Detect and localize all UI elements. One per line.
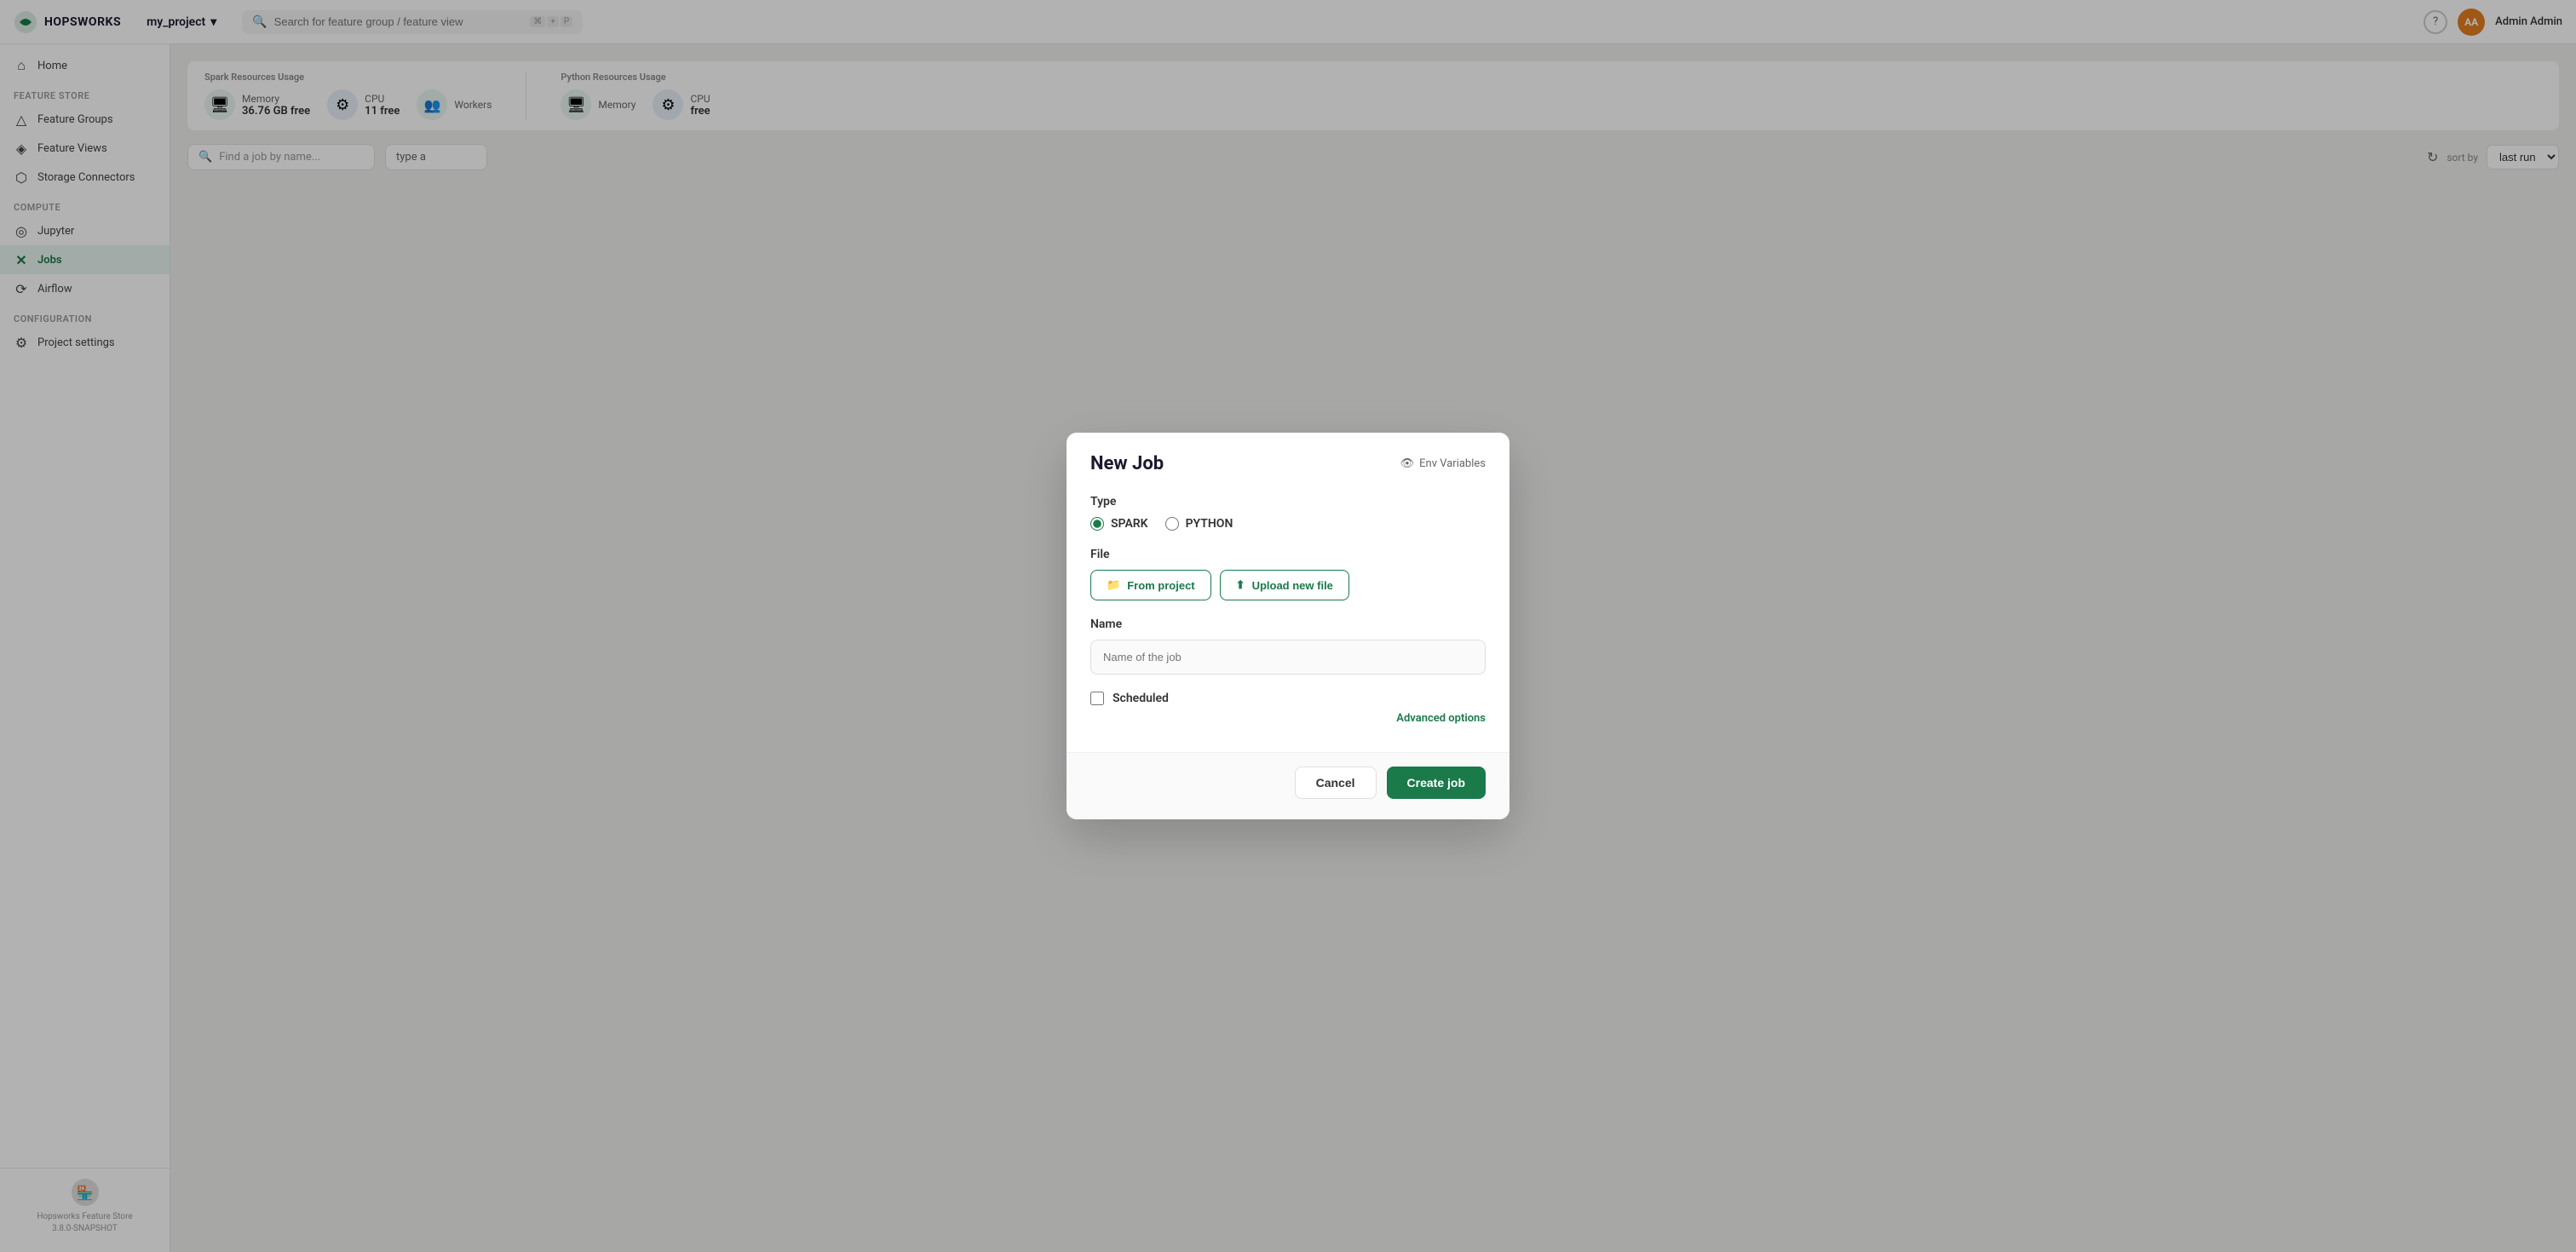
python-radio-label: PYTHON	[1186, 517, 1233, 531]
spark-radio-item[interactable]: SPARK	[1090, 517, 1148, 531]
dialog-footer: Cancel Create job	[1067, 752, 1509, 819]
create-job-button[interactable]: Create job	[1387, 767, 1486, 799]
dialog-title: New Job	[1090, 453, 1164, 474]
type-radio-group: SPARK PYTHON	[1090, 517, 1486, 531]
folder-icon: 📁	[1107, 578, 1120, 592]
python-radio[interactable]	[1165, 517, 1179, 531]
file-label: File	[1090, 548, 1486, 561]
env-vars-label: Env Variables	[1419, 457, 1486, 470]
from-project-button[interactable]: 📁 From project	[1090, 570, 1211, 600]
dialog-body: Type SPARK PYTHON File 📁	[1067, 488, 1509, 752]
scheduled-label: Scheduled	[1113, 692, 1169, 705]
name-label: Name	[1090, 617, 1486, 631]
type-section: Type SPARK PYTHON	[1090, 495, 1486, 531]
from-project-label: From project	[1127, 579, 1194, 592]
cancel-button[interactable]: Cancel	[1295, 767, 1377, 799]
new-job-dialog: New Job 👁 Env Variables Type SPARK PYTHO…	[1067, 433, 1509, 819]
scheduled-row: Scheduled	[1090, 692, 1486, 705]
eye-icon: 👁	[1400, 457, 1415, 470]
scheduled-checkbox[interactable]	[1090, 692, 1104, 705]
file-section: File 📁 From project ⬆ Upload new file	[1090, 548, 1486, 600]
python-radio-item[interactable]: PYTHON	[1165, 517, 1233, 531]
upload-file-button[interactable]: ⬆ Upload new file	[1220, 570, 1349, 600]
upload-label: Upload new file	[1252, 579, 1333, 592]
spark-radio-label: SPARK	[1111, 517, 1148, 531]
advanced-options-link[interactable]: Advanced options	[1090, 705, 1486, 732]
name-section: Name	[1090, 617, 1486, 675]
type-label: Type	[1090, 495, 1486, 508]
upload-icon: ⬆	[1236, 578, 1245, 592]
env-vars-button[interactable]: 👁 Env Variables	[1400, 457, 1486, 470]
modal-overlay[interactable]: New Job 👁 Env Variables Type SPARK PYTHO…	[0, 0, 2576, 1252]
spark-radio[interactable]	[1090, 517, 1104, 531]
file-buttons: 📁 From project ⬆ Upload new file	[1090, 570, 1486, 600]
job-name-input[interactable]	[1090, 640, 1486, 675]
dialog-header: New Job 👁 Env Variables	[1067, 433, 1509, 488]
